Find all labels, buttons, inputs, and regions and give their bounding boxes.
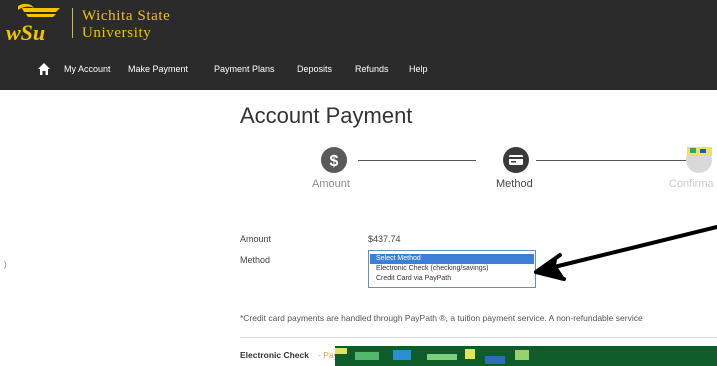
page-title: Account Payment <box>240 103 413 128</box>
nav-my-account[interactable]: My Account <box>64 64 111 74</box>
step-connector <box>536 160 686 161</box>
step-label-method: Method <box>496 178 533 190</box>
brand-line2: University <box>82 25 152 41</box>
credit-card-note: *Credit card payments are handled throug… <box>240 313 643 323</box>
amount-value: $437.74 <box>368 234 401 244</box>
step-label-amount: Amount <box>312 178 350 190</box>
echeck-banner <box>335 346 717 366</box>
nav-refunds[interactable]: Refunds <box>355 64 389 74</box>
main-nav: My Account Make Payment Payment Plans De… <box>0 58 717 80</box>
home-icon[interactable] <box>37 62 51 76</box>
method-label: Method <box>240 255 271 265</box>
banner-graphic-icon <box>335 348 529 364</box>
wsu-logo-icon[interactable]: wSu <box>4 2 66 46</box>
method-option-echeck[interactable]: Electronic Check (checking/savings) <box>370 264 534 274</box>
brand-line1: Wichita State <box>82 8 171 24</box>
amount-label: Amount <box>240 234 272 244</box>
check-icon <box>687 146 717 156</box>
method-select-dropdown[interactable]: Select Method Electronic Check (checking… <box>368 250 536 288</box>
step-method <box>503 147 529 173</box>
step-connector <box>358 160 476 161</box>
site-header: wSu Wichita State University My Account … <box>0 0 717 90</box>
echeck-title: Electronic Check <box>240 350 309 360</box>
svg-text:$: $ <box>330 153 339 170</box>
step-confirmation <box>686 146 717 173</box>
section-divider <box>240 337 717 338</box>
left-edge-mark: ) <box>4 260 7 269</box>
nav-payment-plans[interactable]: Payment Plans <box>214 64 275 74</box>
step-label-confirmation: Confirma <box>669 178 714 190</box>
step-amount: $ <box>321 147 347 173</box>
method-option-select[interactable]: Select Method <box>370 254 534 264</box>
nav-make-payment[interactable]: Make Payment <box>128 64 188 74</box>
annotation-arrow-icon <box>534 225 717 281</box>
dollar-icon: $ <box>330 153 339 170</box>
nav-help[interactable]: Help <box>409 64 428 74</box>
nav-deposits[interactable]: Deposits <box>297 64 332 74</box>
credit-card-icon <box>509 155 523 165</box>
svg-text:wSu: wSu <box>6 20 45 45</box>
logo-divider <box>72 8 73 38</box>
method-option-credit-card[interactable]: Credit Card via PayPath <box>370 274 534 284</box>
